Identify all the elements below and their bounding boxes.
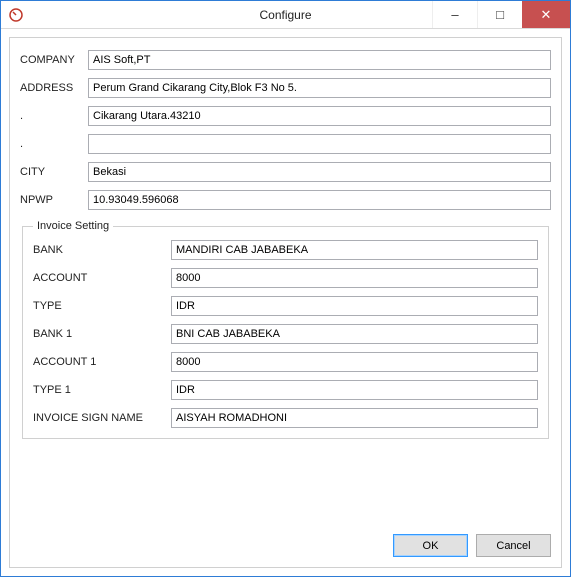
company-form: COMPANY ADDRESS . . CITY NPWP [20,50,551,210]
address2-label: . [20,110,80,122]
maximize-button[interactable]: □ [477,1,522,28]
invoice-legend: Invoice Setting [33,220,113,232]
company-label: COMPANY [20,54,80,66]
minimize-button[interactable]: – [432,1,477,28]
invoice-sign-field[interactable] [171,408,538,428]
npwp-field[interactable] [88,190,551,210]
cancel-button[interactable]: Cancel [476,534,551,557]
address2-field[interactable] [88,106,551,126]
address-field[interactable] [88,78,551,98]
spacer [20,439,551,526]
ok-button[interactable]: OK [393,534,468,557]
account1-label: ACCOUNT 1 [33,356,163,368]
client-area: COMPANY ADDRESS . . CITY NPWP Invoice Se… [1,29,570,576]
configure-window: Configure – □ ✕ COMPANY ADDRESS . . CITY… [0,0,571,577]
bank1-label: BANK 1 [33,328,163,340]
app-icon [5,4,27,26]
account-field[interactable] [171,268,538,288]
titlebar: Configure – □ ✕ [1,1,570,29]
close-button[interactable]: ✕ [522,1,570,28]
invoice-setting-group: Invoice Setting BANK ACCOUNT TYPE BANK 1… [22,220,549,439]
city-label: CITY [20,166,80,178]
bank-field[interactable] [171,240,538,260]
form-panel: COMPANY ADDRESS . . CITY NPWP Invoice Se… [9,37,562,568]
city-field[interactable] [88,162,551,182]
type-label: TYPE [33,300,163,312]
invoice-form: BANK ACCOUNT TYPE BANK 1 ACCOUNT 1 TYPE … [33,240,538,428]
dialog-buttons: OK Cancel [20,526,551,557]
address3-label: . [20,138,80,150]
account1-field[interactable] [171,352,538,372]
type-field[interactable] [171,296,538,316]
account-label: ACCOUNT [33,272,163,284]
npwp-label: NPWP [20,194,80,206]
type1-field[interactable] [171,380,538,400]
window-buttons: – □ ✕ [432,1,570,28]
invoice-sign-label: INVOICE SIGN NAME [33,412,163,424]
address3-field[interactable] [88,134,551,154]
type1-label: TYPE 1 [33,384,163,396]
bank1-field[interactable] [171,324,538,344]
bank-label: BANK [33,244,163,256]
company-field[interactable] [88,50,551,70]
address-label: ADDRESS [20,82,80,94]
